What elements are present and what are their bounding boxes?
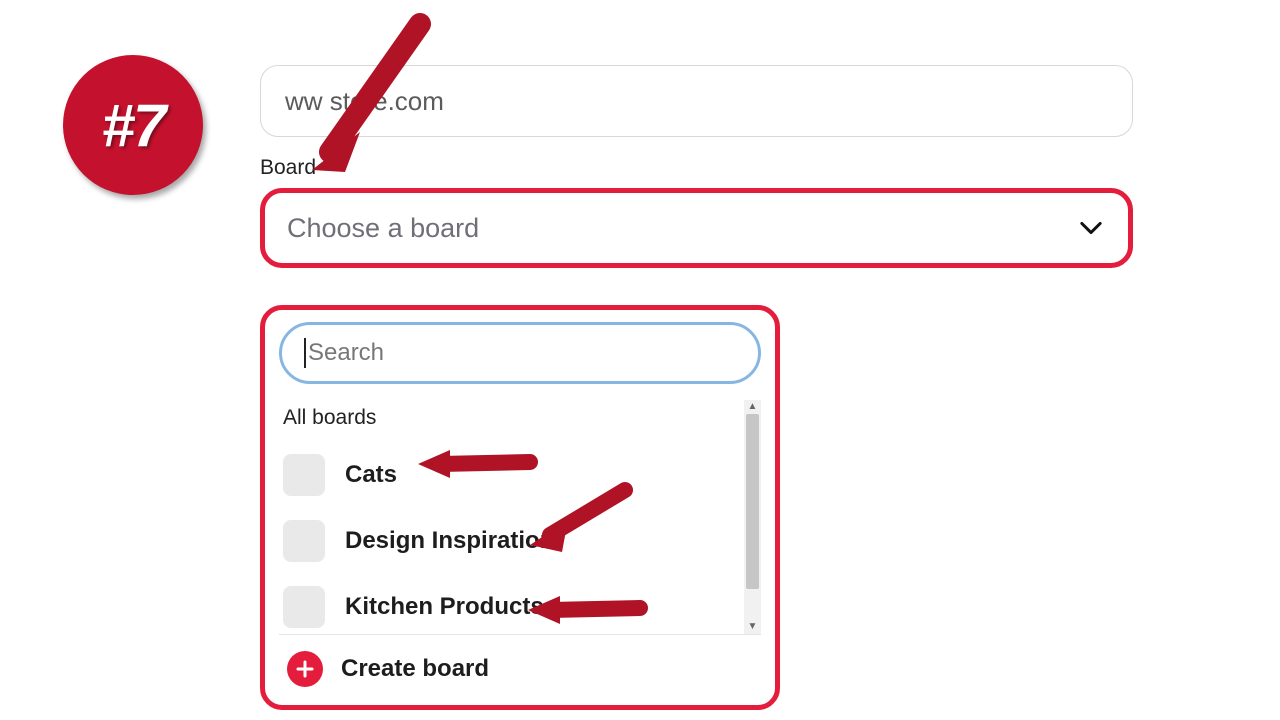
board-select[interactable]: Choose a board (260, 188, 1133, 268)
board-list-scrollbar[interactable]: ▲ ▼ (744, 400, 761, 634)
board-item-label: Cats (345, 461, 397, 489)
step-badge-text: #7 (102, 91, 165, 160)
chevron-down-icon (1080, 221, 1102, 235)
text-caret (304, 338, 306, 368)
board-thumbnail (283, 520, 325, 562)
scrollbar-track[interactable] (744, 414, 761, 620)
scroll-down-arrow-icon[interactable]: ▼ (748, 620, 758, 634)
board-list: All boards Cats Design Inspiration Kitch… (279, 400, 744, 634)
create-board-button[interactable]: Create board (279, 635, 761, 705)
board-list-section-title: All boards (283, 406, 740, 430)
board-search-input-field[interactable] (308, 339, 736, 367)
board-field-label: Board (260, 156, 316, 180)
board-thumbnail (283, 586, 325, 628)
destination-url-value: ww store.com (285, 86, 444, 117)
board-thumbnail (283, 454, 325, 496)
board-item-kitchen-products[interactable]: Kitchen Products (279, 574, 740, 634)
plus-icon (287, 651, 323, 687)
board-list-area: All boards Cats Design Inspiration Kitch… (279, 400, 761, 635)
board-picker-popover: All boards Cats Design Inspiration Kitch… (260, 305, 780, 710)
board-search-input[interactable] (279, 322, 761, 384)
create-board-label: Create board (341, 655, 489, 683)
destination-url-input[interactable]: ww store.com (260, 65, 1133, 137)
board-item-label: Kitchen Products (345, 593, 544, 621)
scroll-up-arrow-icon[interactable]: ▲ (748, 400, 758, 414)
board-item-label: Design Inspiration (345, 527, 554, 555)
board-select-placeholder: Choose a board (287, 213, 479, 244)
step-badge: #7 (63, 55, 203, 195)
scrollbar-thumb[interactable] (746, 414, 759, 589)
board-item-cats[interactable]: Cats (279, 442, 740, 508)
board-item-design-inspiration[interactable]: Design Inspiration (279, 508, 740, 574)
